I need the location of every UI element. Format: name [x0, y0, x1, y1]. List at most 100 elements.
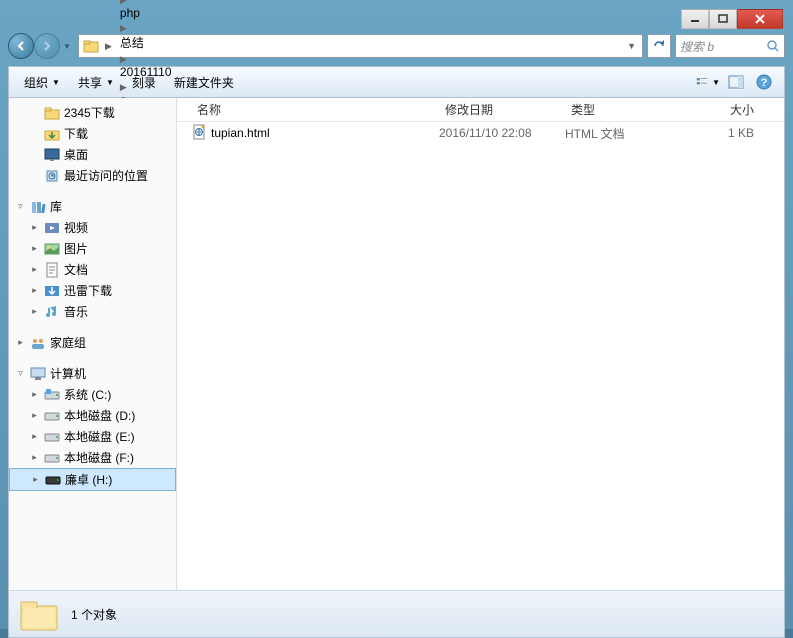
sidebar-item-label: 图片 — [64, 240, 88, 257]
file-size: 1 KB — [677, 126, 784, 140]
sidebar-item-label: 迅雷下载 — [64, 282, 112, 299]
sidebar-item-label: 文档 — [64, 261, 88, 278]
sidebar-item[interactable]: ▸ 文档 — [9, 259, 176, 280]
homegroup-icon — [30, 335, 46, 351]
file-row[interactable]: tupian.html 2016/11/10 22:08HTML 文档1 KB — [177, 122, 784, 144]
drive-sys-icon — [44, 387, 60, 403]
column-date[interactable]: 修改日期 — [439, 101, 565, 118]
sidebar-item-label: 廉卓 (H:) — [65, 471, 112, 488]
sidebar-item[interactable]: 最近访问的位置 — [9, 165, 176, 186]
main-area: 2345下载下载桌面最近访问的位置▿库▸视频▸图片▸文档▸迅雷下载▸音乐▸家庭组… — [8, 98, 785, 590]
expand-icon[interactable]: ▸ — [29, 452, 40, 463]
document-icon — [44, 262, 60, 278]
folder-icon — [83, 38, 99, 54]
expand-icon[interactable]: ▸ — [29, 243, 40, 254]
expand-icon[interactable]: ▸ — [29, 306, 40, 317]
breadcrumb-item[interactable]: php — [118, 6, 174, 20]
file-list-area: 名称 修改日期 类型 大小 tupian.html 2016/11/10 22:0… — [177, 98, 784, 590]
back-button[interactable] — [8, 33, 34, 59]
drive-icon — [44, 429, 60, 445]
svg-text:?: ? — [761, 77, 768, 89]
sidebar-item[interactable]: ▸ 迅雷下载 — [9, 280, 176, 301]
sidebar-item-label: 下载 — [64, 125, 88, 142]
sidebar-item[interactable]: ▸ 廉卓 (H:) — [9, 468, 176, 491]
expand-icon[interactable]: ▸ — [29, 431, 40, 442]
expand-icon[interactable] — [29, 149, 40, 160]
file-date: 2016/11/10 22:08 — [439, 126, 565, 140]
chevron-right-icon[interactable]: ▶ — [118, 54, 129, 64]
search-input[interactable]: 搜索 b — [675, 34, 785, 58]
sidebar-item[interactable]: ▸ 本地磁盘 (F:) — [9, 447, 176, 468]
sidebar-item[interactable]: ▿库 — [9, 196, 176, 217]
expand-icon[interactable]: ▸ — [29, 264, 40, 275]
chevron-right-icon[interactable]: ▶ — [118, 23, 129, 33]
library-icon — [30, 199, 46, 215]
new-folder-button[interactable]: 新建文件夹 — [167, 71, 241, 94]
expand-icon[interactable]: ▸ — [30, 474, 41, 485]
sidebar-item-label: 计算机 — [50, 365, 86, 382]
folder-dl-icon — [44, 126, 60, 142]
sidebar-item[interactable]: ▸ 图片 — [9, 238, 176, 259]
sidebar-item-label: 2345下载 — [64, 104, 115, 121]
expand-icon[interactable]: ▸ — [29, 410, 40, 421]
sidebar-item[interactable]: ▸ 本地磁盘 (E:) — [9, 426, 176, 447]
sidebar-item-label: 本地磁盘 (E:) — [64, 428, 135, 445]
explorer-window: ▼ ▶ 计算机▶廉卓 (H:)▶php▶总结▶20161110▶a▶b▶ ▼ 搜… — [0, 0, 793, 629]
file-name: tupian.html — [211, 126, 270, 140]
sidebar-item[interactable]: ▸系统 (C:) — [9, 384, 176, 405]
file-type: HTML 文档 — [565, 125, 677, 142]
breadcrumb-item[interactable]: 总结 — [118, 34, 174, 51]
sidebar-item[interactable]: ▸ 本地磁盘 (D:) — [9, 405, 176, 426]
expand-icon[interactable]: ▸ — [15, 337, 26, 348]
computer-icon — [30, 366, 46, 382]
navigation-row: ▼ ▶ 计算机▶廉卓 (H:)▶php▶总结▶20161110▶a▶b▶ ▼ 搜… — [8, 30, 785, 62]
share-menu[interactable]: 共享▼ — [71, 71, 121, 94]
nav-history-dropdown[interactable]: ▼ — [60, 33, 74, 59]
chevron-right-icon[interactable]: ▶ — [103, 41, 114, 52]
xunlei-icon — [44, 283, 60, 299]
sidebar-item[interactable]: ▸视频 — [9, 217, 176, 238]
navigation-pane[interactable]: 2345下载下载桌面最近访问的位置▿库▸视频▸图片▸文档▸迅雷下载▸音乐▸家庭组… — [9, 98, 177, 590]
forward-button[interactable] — [34, 33, 60, 59]
burn-button[interactable]: 刻录 — [125, 71, 163, 94]
sidebar-item[interactable]: ▸家庭组 — [9, 332, 176, 353]
column-size[interactable]: 大小 — [677, 101, 784, 118]
refresh-button[interactable] — [647, 34, 671, 58]
expand-icon[interactable]: ▸ — [29, 285, 40, 296]
sidebar-item-label: 本地磁盘 (F:) — [64, 449, 134, 466]
sidebar-item[interactable]: 下载 — [9, 123, 176, 144]
address-bar[interactable]: ▶ 计算机▶廉卓 (H:)▶php▶总结▶20161110▶a▶b▶ ▼ — [78, 34, 643, 58]
expand-icon[interactable] — [29, 170, 40, 181]
column-type[interactable]: 类型 — [565, 101, 677, 118]
close-button[interactable] — [737, 9, 783, 29]
sidebar-item[interactable]: 桌面 — [9, 144, 176, 165]
preview-pane-button[interactable] — [724, 70, 748, 94]
expand-icon[interactable]: ▿ — [15, 368, 26, 379]
sidebar-item[interactable]: 2345下载 — [9, 102, 176, 123]
expand-icon[interactable] — [29, 107, 40, 118]
address-dropdown[interactable]: ▼ — [625, 41, 638, 51]
sidebar-item-label: 本地磁盘 (D:) — [64, 407, 135, 424]
column-name[interactable]: 名称 — [191, 101, 439, 118]
sidebar-item[interactable]: ▿ 计算机 — [9, 363, 176, 384]
help-button[interactable]: ? — [752, 70, 776, 94]
file-list[interactable]: tupian.html 2016/11/10 22:08HTML 文档1 KB — [177, 122, 784, 590]
expand-icon[interactable]: ▿ — [15, 201, 26, 212]
search-icon — [766, 39, 780, 53]
minimize-button[interactable] — [681, 9, 709, 29]
expand-icon[interactable]: ▸ — [29, 389, 40, 400]
drive-icon — [44, 408, 60, 424]
organize-menu[interactable]: 组织▼ — [17, 71, 67, 94]
expand-icon[interactable] — [29, 128, 40, 139]
sidebar-item-label: 库 — [50, 198, 62, 215]
maximize-button[interactable] — [709, 9, 737, 29]
column-headers: 名称 修改日期 类型 大小 — [177, 98, 784, 122]
view-options-button[interactable]: ▼ — [696, 70, 720, 94]
chevron-right-icon[interactable]: ▶ — [118, 0, 129, 5]
drive-icon — [44, 450, 60, 466]
sidebar-item[interactable]: ▸ 音乐 — [9, 301, 176, 322]
status-count: 1 个对象 — [71, 606, 117, 623]
sidebar-item-label: 音乐 — [64, 303, 88, 320]
expand-icon[interactable]: ▸ — [29, 222, 40, 233]
drive-ext-icon — [45, 472, 61, 488]
